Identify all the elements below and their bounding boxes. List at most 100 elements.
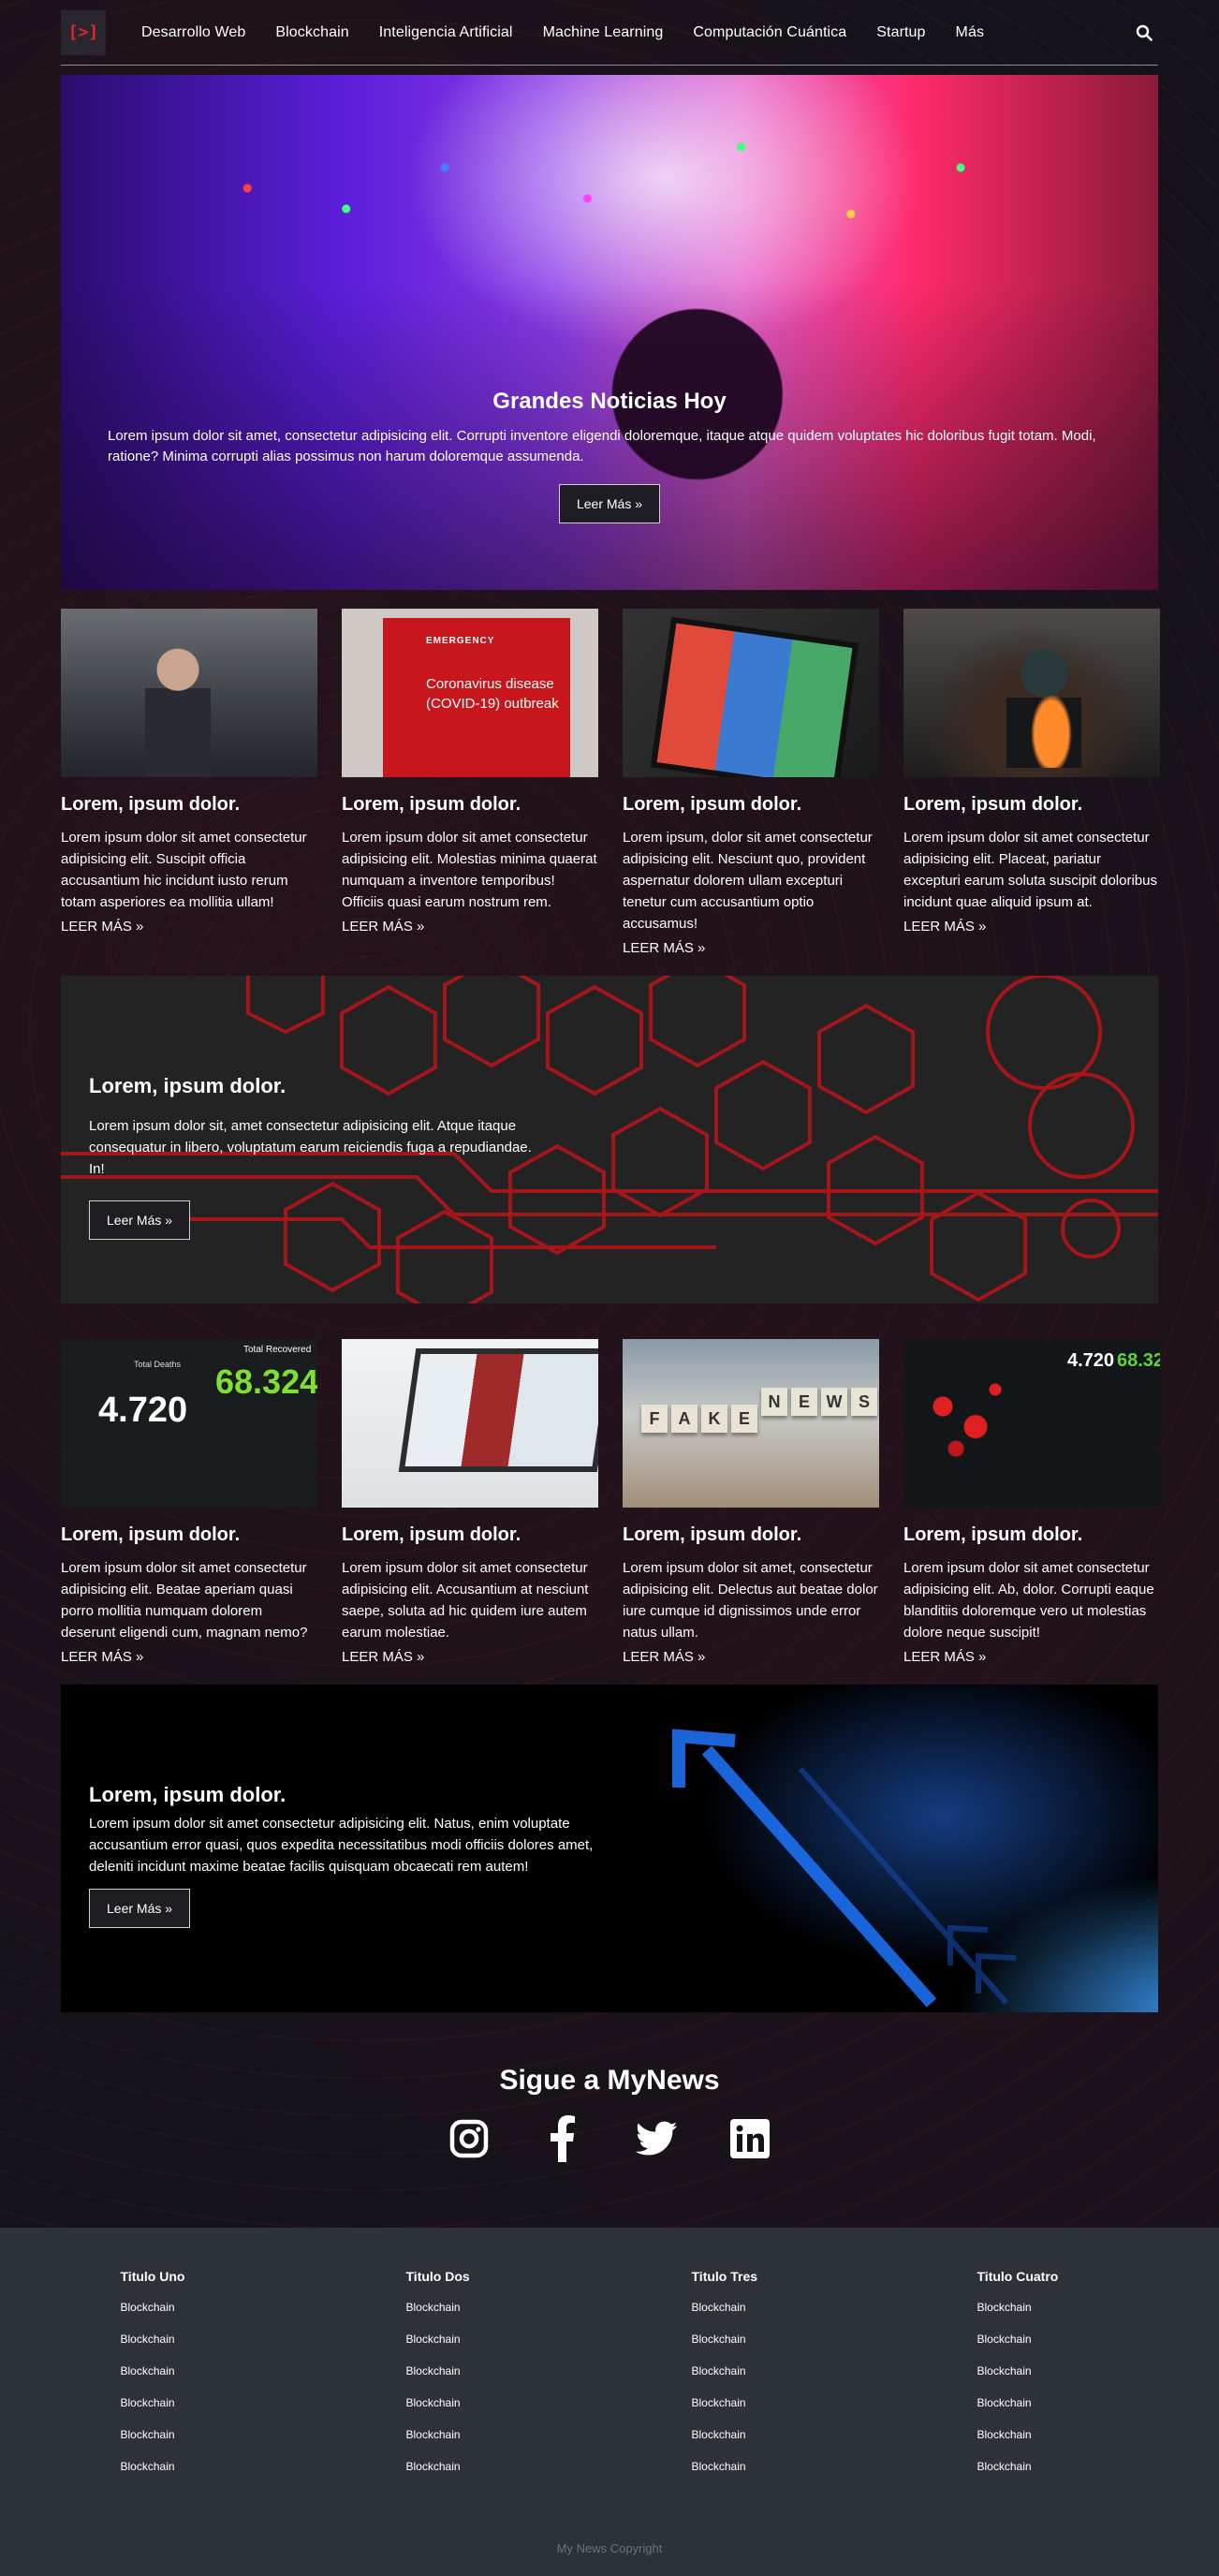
- letter-tile: F: [641, 1405, 668, 1433]
- image-caption: 4.720: [98, 1391, 188, 1430]
- footer-link[interactable]: Blockchain: [121, 2428, 308, 2441]
- nav-link-machine-learning[interactable]: Machine Learning: [543, 24, 664, 41]
- footer-link[interactable]: Blockchain: [692, 2428, 879, 2441]
- image-caption: EMERGENCY: [426, 636, 495, 646]
- twitter-icon[interactable]: [636, 2115, 677, 2162]
- banner-text: Lorem ipsum dolor sit, amet consectetur …: [89, 1118, 532, 1177]
- read-more-link[interactable]: LEER MÁS »: [61, 1649, 143, 1665]
- image-caption: 68.324: [1117, 1350, 1160, 1371]
- letter-tile: W: [821, 1388, 847, 1416]
- footer-link[interactable]: Blockchain: [406, 2428, 594, 2441]
- article-image[interactable]: [61, 609, 317, 777]
- letter-tile: E: [731, 1405, 757, 1433]
- article-title[interactable]: Lorem, ipsum dolor.: [61, 1524, 317, 1546]
- article-excerpt: Lorem ipsum dolor sit amet consectetur a…: [903, 830, 1157, 910]
- nav-link-inteligencia-artificial[interactable]: Inteligencia Artificial: [379, 24, 513, 41]
- footer-link[interactable]: Blockchain: [977, 2333, 1099, 2346]
- article-card: Lorem, ipsum dolor. Lorem ipsum dolor si…: [903, 609, 1160, 957]
- nav-link-startup[interactable]: Startup: [876, 24, 925, 41]
- read-more-link[interactable]: LEER MÁS »: [623, 940, 705, 956]
- article-image[interactable]: Total Deaths 4.720 Total Recovered 68.32…: [61, 1339, 317, 1508]
- footer-link[interactable]: Blockchain: [121, 2396, 308, 2409]
- banner-read-more-button[interactable]: Leer Más »: [89, 1889, 191, 1928]
- nav-link-computacion-cuantica[interactable]: Computación Cuántica: [693, 24, 846, 41]
- footer-link[interactable]: Blockchain: [977, 2460, 1099, 2473]
- footer-link[interactable]: Blockchain: [692, 2301, 879, 2314]
- article-title[interactable]: Lorem, ipsum dolor.: [623, 794, 879, 816]
- promo-banner-hex: Lorem, ipsum dolor. Lorem ipsum dolor si…: [61, 976, 1158, 1303]
- linkedin-icon[interactable]: [729, 2115, 771, 2162]
- article-grid-2: Total Deaths 4.720 Total Recovered 68.32…: [61, 1339, 1160, 1666]
- article-title[interactable]: Lorem, ipsum dolor.: [903, 794, 1160, 816]
- footer-link[interactable]: Blockchain: [692, 2364, 879, 2377]
- footer-link[interactable]: Blockchain: [121, 2364, 308, 2377]
- read-more-link[interactable]: LEER MÁS »: [623, 1649, 705, 1665]
- article-title[interactable]: Lorem, ipsum dolor.: [903, 1524, 1160, 1546]
- top-nav: [>] Desarrollo Web Blockchain Inteligenc…: [61, 0, 1158, 66]
- article-image[interactable]: [623, 609, 879, 777]
- site-logo[interactable]: [>]: [61, 9, 106, 55]
- read-more-link[interactable]: LEER MÁS »: [342, 1649, 424, 1665]
- banner-text: Lorem ipsum dolor sit amet consectetur a…: [89, 1816, 594, 1875]
- article-card: F A K E N E W S Lorem, ipsum dolor. Lore…: [623, 1339, 879, 1666]
- footer-link[interactable]: Blockchain: [977, 2301, 1099, 2314]
- footer-link[interactable]: Blockchain: [406, 2301, 594, 2314]
- article-image[interactable]: [342, 1339, 598, 1508]
- image-caption: Coronavirus disease (COVID-19) outbreak: [426, 676, 559, 712]
- article-title[interactable]: Lorem, ipsum dolor.: [623, 1524, 879, 1546]
- article-excerpt: Lorem ipsum dolor sit amet consectetur a…: [342, 830, 597, 910]
- footer-link[interactable]: Blockchain: [692, 2333, 879, 2346]
- read-more-link[interactable]: LEER MÁS »: [342, 919, 424, 935]
- footer-heading: Titulo Cuatro: [977, 2269, 1059, 2284]
- footer-link[interactable]: Blockchain: [977, 2396, 1099, 2409]
- article-title[interactable]: Lorem, ipsum dolor.: [61, 794, 317, 816]
- footer-link[interactable]: Blockchain: [406, 2333, 594, 2346]
- read-more-link[interactable]: LEER MÁS »: [61, 919, 143, 935]
- footer-column-4: Titulo Cuatro Blockchain Blockchain Bloc…: [977, 2269, 1099, 2492]
- social-title: Sigue a MyNews: [499, 2065, 720, 2096]
- footer-link[interactable]: Blockchain: [121, 2301, 308, 2314]
- article-title[interactable]: Lorem, ipsum dolor.: [342, 794, 598, 816]
- read-more-link[interactable]: LEER MÁS »: [903, 919, 986, 935]
- article-excerpt: Lorem ipsum dolor sit amet consectetur a…: [61, 1560, 308, 1641]
- hero-title: Grandes Noticias Hoy: [492, 389, 727, 414]
- facebook-icon[interactable]: [542, 2115, 583, 2162]
- article-grid-1: Lorem, ipsum dolor. Lorem ipsum dolor si…: [61, 609, 1160, 957]
- image-caption: Total Deaths: [134, 1360, 182, 1369]
- article-image[interactable]: EMERGENCY Coronavirus disease (COVID-19)…: [342, 609, 598, 777]
- read-more-link[interactable]: LEER MÁS »: [903, 1649, 986, 1665]
- copyright: My News Copyright: [556, 2541, 663, 2555]
- banner-content: Lorem, ipsum dolor. Lorem ipsum dolor si…: [89, 1783, 613, 1928]
- article-image[interactable]: 4.720 68.324: [903, 1339, 1160, 1508]
- footer-link[interactable]: Blockchain: [406, 2396, 594, 2409]
- instagram-icon[interactable]: [448, 2115, 490, 2162]
- nav-link-blockchain[interactable]: Blockchain: [275, 24, 348, 41]
- footer-heading: Titulo Dos: [405, 2269, 470, 2284]
- footer-link[interactable]: Blockchain: [406, 2460, 594, 2473]
- article-excerpt: Lorem ipsum, dolor sit amet consectetur …: [623, 830, 873, 932]
- hero-read-more-button[interactable]: Leer Más »: [558, 484, 661, 523]
- footer-link[interactable]: Blockchain: [692, 2396, 879, 2409]
- article-title[interactable]: Lorem, ipsum dolor.: [342, 1524, 598, 1546]
- search-icon[interactable]: [1130, 19, 1158, 47]
- site-footer: Titulo Uno Blockchain Blockchain Blockch…: [0, 2228, 1219, 2576]
- nav-link-mas[interactable]: Más: [956, 24, 985, 41]
- article-card: EMERGENCY Coronavirus disease (COVID-19)…: [342, 609, 598, 957]
- footer-columns: Titulo Uno Blockchain Blockchain Blockch…: [121, 2269, 1099, 2492]
- footer-link[interactable]: Blockchain: [406, 2364, 594, 2377]
- letter-tile: S: [851, 1388, 877, 1416]
- footer-link[interactable]: Blockchain: [692, 2460, 879, 2473]
- footer-link[interactable]: Blockchain: [121, 2333, 308, 2346]
- article-card: Lorem, ipsum dolor. Lorem ipsum, dolor s…: [623, 609, 879, 957]
- banner-read-more-button[interactable]: Leer Más »: [89, 1200, 191, 1240]
- nav-link-desarrollo-web[interactable]: Desarrollo Web: [141, 24, 245, 41]
- footer-link[interactable]: Blockchain: [977, 2428, 1099, 2441]
- article-card: Lorem, ipsum dolor. Lorem ipsum dolor si…: [342, 1339, 598, 1666]
- footer-column-2: Titulo Dos Blockchain Blockchain Blockch…: [406, 2269, 594, 2492]
- article-image[interactable]: F A K E N E W S: [623, 1339, 879, 1508]
- promo-banner-arrow: Lorem, ipsum dolor. Lorem ipsum dolor si…: [61, 1685, 1158, 2012]
- article-image[interactable]: [903, 609, 1160, 777]
- footer-link[interactable]: Blockchain: [121, 2460, 308, 2473]
- footer-link[interactable]: Blockchain: [977, 2364, 1099, 2377]
- banner-title: Lorem, ipsum dolor.: [89, 1783, 286, 1806]
